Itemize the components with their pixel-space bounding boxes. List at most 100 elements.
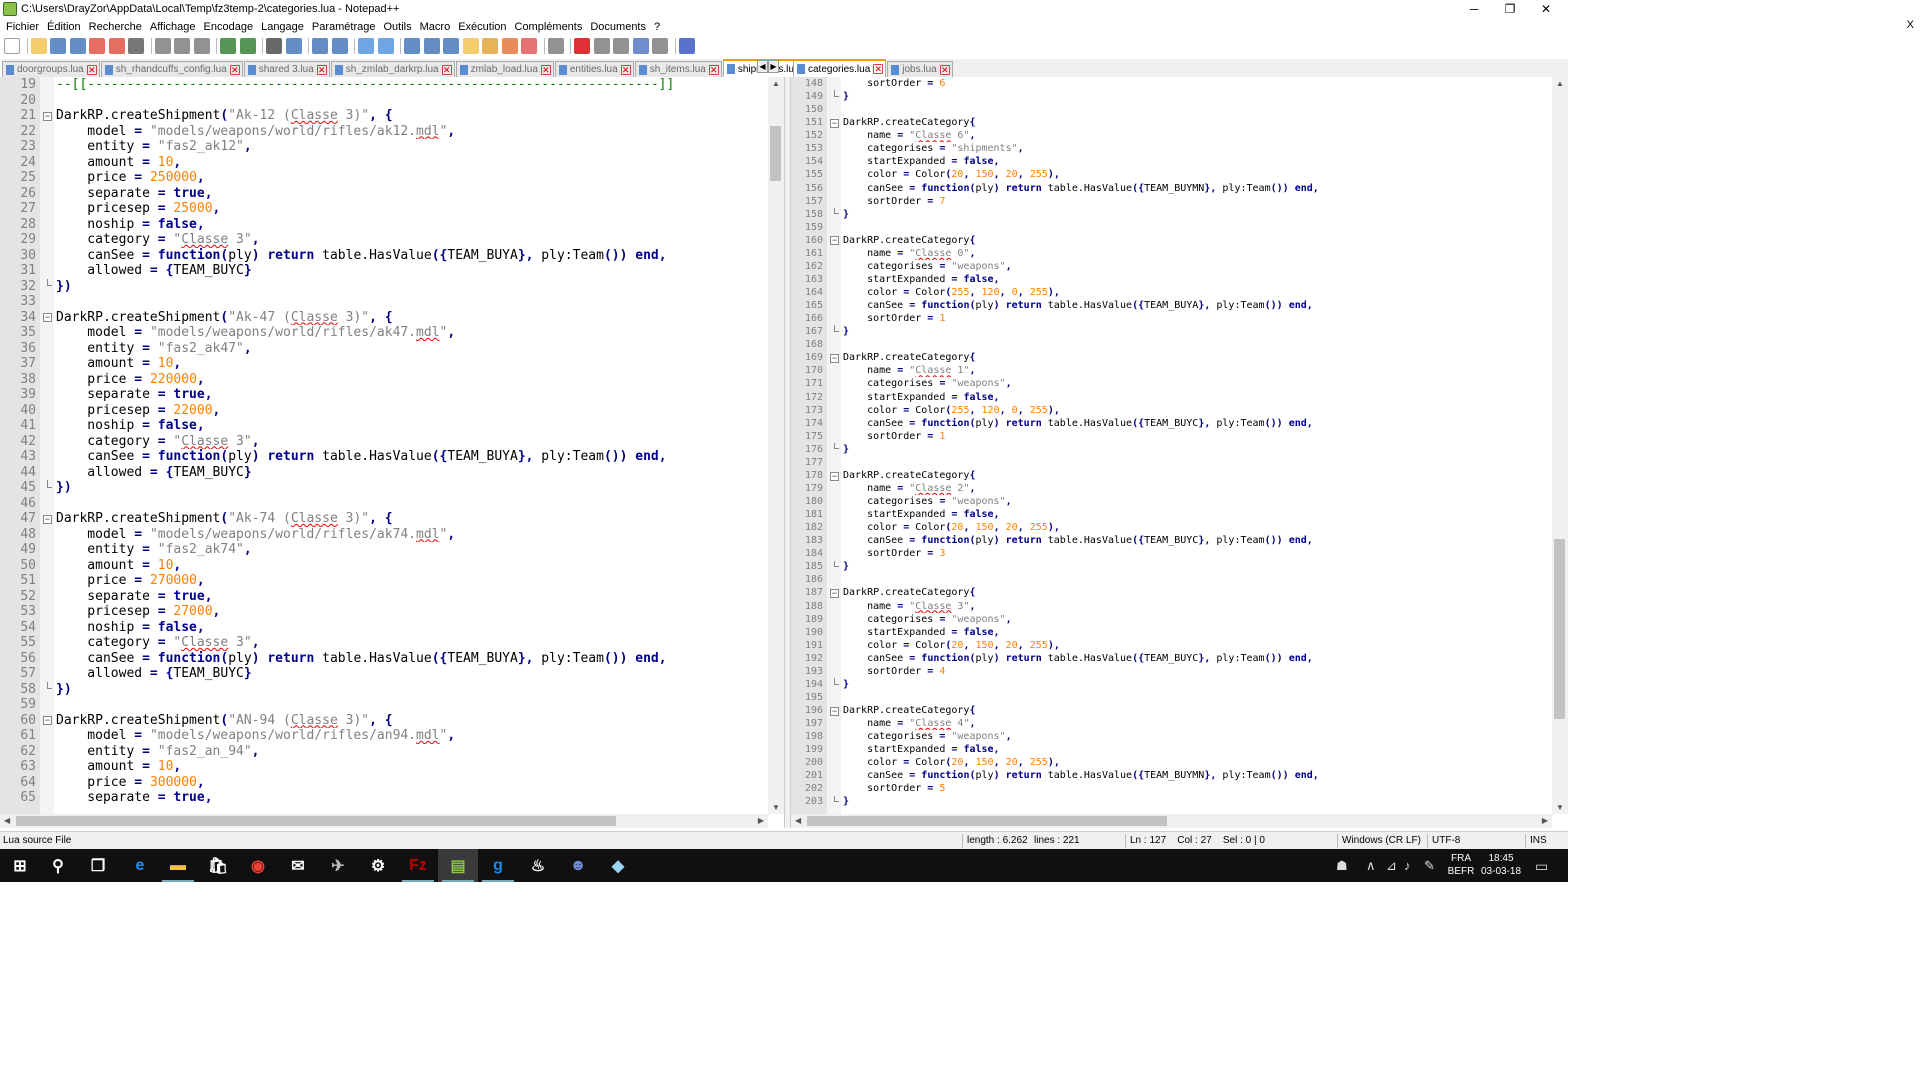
scroll-down-arrow[interactable]: ▼: [1556, 803, 1564, 812]
left-editor[interactable]: 19 20 21 22 23 24 25 26 27 28 29 30 31 32 33 34 35 36 37 38…: [0, 77, 784, 828]
close-tab-icon[interactable]: ✕: [441, 64, 452, 75]
tab-categories-lua[interactable]: categories.lua ✕: [793, 59, 887, 77]
menu-help[interactable]: ?: [650, 21, 664, 33]
folder-workspace-icon[interactable]: [521, 38, 537, 54]
tab-sh-zmlab-darkrp-lua[interactable]: sh_zmlab_darkrp.lua ✕: [330, 61, 455, 77]
close-tab-icon[interactable]: ✕: [229, 64, 240, 75]
volume-icon[interactable]: ♪: [1404, 858, 1411, 873]
scroll-thumb[interactable]: [807, 816, 1167, 826]
save-icon[interactable]: [50, 38, 66, 54]
new-file-icon[interactable]: [4, 38, 20, 54]
fold-toggle-icon[interactable]: −: [43, 111, 52, 121]
sync-horizontal-icon[interactable]: [377, 38, 394, 54]
windows-start-icon[interactable]: ⊞: [0, 849, 40, 882]
fold-toggle-icon[interactable]: −: [830, 236, 839, 246]
scroll-up-arrow[interactable]: ▲: [1556, 79, 1564, 88]
notifications-icon[interactable]: ▭: [1535, 858, 1548, 875]
tab-scroll-right-button[interactable]: ▶: [768, 60, 779, 73]
pen-icon[interactable]: ✎: [1424, 858, 1435, 874]
menu-edition[interactable]: Édition: [43, 21, 85, 33]
scroll-down-arrow[interactable]: ▼: [772, 803, 780, 812]
task-view-icon[interactable]: ❐: [78, 849, 118, 882]
print-icon[interactable]: [128, 38, 144, 54]
people-icon[interactable]: ☗: [1336, 858, 1348, 874]
chevron-up-icon[interactable]: ∧: [1366, 858, 1376, 874]
horizontal-scrollbar[interactable]: ◀ ▶: [791, 814, 1552, 828]
fold-toggle-icon[interactable]: −: [830, 118, 839, 128]
replace-icon[interactable]: [285, 38, 302, 54]
scroll-thumb[interactable]: [1554, 539, 1565, 720]
steam-icon[interactable]: ♨: [518, 849, 558, 882]
mail-icon[interactable]: ✉: [278, 849, 318, 882]
close-tab-icon[interactable]: ✕: [708, 64, 719, 75]
spellcheck-icon[interactable]: [678, 38, 695, 54]
zoom-out-icon[interactable]: [331, 38, 348, 54]
show-all-chars-icon[interactable]: [423, 38, 440, 54]
cut-icon[interactable]: [154, 38, 171, 54]
undo-icon[interactable]: [220, 38, 236, 54]
fold-toggle-icon[interactable]: −: [43, 514, 52, 524]
word-wrap-icon[interactable]: [404, 38, 420, 54]
scroll-right-arrow[interactable]: ▶: [758, 816, 764, 825]
close-all-icon[interactable]: [108, 38, 125, 54]
monitoring-icon[interactable]: [547, 38, 564, 54]
tab-doorgroups-lua[interactable]: doorgroups.lua ✕: [2, 61, 100, 77]
fold-toggle-icon[interactable]: −: [830, 354, 839, 363]
scroll-left-arrow[interactable]: ◀: [795, 816, 801, 825]
doc-map-icon[interactable]: [482, 38, 498, 54]
sync-vertical-icon[interactable]: [358, 38, 374, 54]
tab-sh-rhandcuffs-config-lua[interactable]: sh_rhandcuffs_config.lua ✕: [100, 61, 243, 77]
menu-affichage[interactable]: Affichage: [146, 21, 200, 33]
stop-macro-icon[interactable]: [593, 38, 610, 54]
game-app-icon[interactable]: ✈: [318, 849, 358, 882]
tab-zmlab-load-lua[interactable]: zmlab_load.lua ✕: [455, 61, 554, 77]
close-icon[interactable]: [89, 38, 105, 54]
close-tab-icon[interactable]: ✕: [873, 64, 884, 74]
paste-icon[interactable]: [193, 38, 210, 54]
network-icon[interactable]: ⊿: [1386, 858, 1397, 874]
close-document-button[interactable]: X: [1907, 19, 1914, 31]
view-splitter[interactable]: [784, 77, 791, 828]
horizontal-scrollbar[interactable]: ◀ ▶: [0, 814, 768, 828]
close-tab-icon[interactable]: ✕: [540, 64, 551, 75]
crystal-app-icon[interactable]: ◆: [598, 849, 638, 882]
tab-scroll-left-button[interactable]: ◀: [757, 60, 768, 73]
close-tab-icon[interactable]: ✕: [316, 64, 327, 75]
minimize-button[interactable]: ─: [1456, 0, 1492, 18]
input-language[interactable]: FRA: [1451, 853, 1471, 864]
clock[interactable]: 18:45 03-03-18: [1476, 852, 1526, 878]
maximize-button[interactable]: ❐: [1492, 0, 1528, 18]
close-window-button[interactable]: ✕: [1528, 0, 1564, 18]
tab-jobs-lua[interactable]: jobs.lua ✕: [887, 61, 953, 77]
vertical-scrollbar[interactable]: ▲ ▼: [768, 77, 784, 814]
edge-icon[interactable]: e: [120, 849, 160, 882]
fold-toggle-icon[interactable]: −: [43, 313, 52, 323]
fold-toggle-icon[interactable]: −: [830, 706, 839, 716]
record-macro-icon[interactable]: [574, 38, 590, 54]
save-all-icon[interactable]: [69, 38, 86, 54]
function-list-icon[interactable]: [501, 38, 518, 54]
menu-outils[interactable]: Outils: [380, 21, 416, 33]
code-area[interactable]: sortOrder = 6} DarkRP.createCategory{ na…: [843, 77, 1552, 809]
scroll-up-arrow[interactable]: ▲: [772, 79, 780, 88]
find-icon[interactable]: [266, 38, 282, 54]
run-macro-multiple-icon[interactable]: [632, 38, 649, 54]
tab-entities-lua[interactable]: entities.lua ✕: [554, 61, 634, 77]
steam-controller-icon[interactable]: ⚙: [358, 849, 398, 882]
scroll-left-arrow[interactable]: ◀: [4, 816, 10, 825]
tab-sh-items-lua[interactable]: sh_items.lua ✕: [634, 61, 722, 77]
scroll-right-arrow[interactable]: ▶: [1542, 816, 1548, 825]
notepadpp-icon[interactable]: ▤: [438, 849, 478, 882]
menu-macro[interactable]: Macro: [416, 21, 455, 33]
discord-icon[interactable]: ☻: [558, 849, 598, 882]
zoom-in-icon[interactable]: [312, 38, 328, 54]
file-explorer-icon[interactable]: ▬: [158, 849, 198, 882]
user-language-icon[interactable]: [462, 38, 479, 54]
fold-toggle-icon[interactable]: −: [830, 589, 839, 599]
gmod-icon[interactable]: g: [478, 849, 518, 882]
keyboard-layout[interactable]: BEFR: [1448, 866, 1475, 877]
save-macro-icon[interactable]: [652, 38, 668, 54]
notepadpp-app-icon[interactable]: [3, 2, 17, 16]
close-tab-icon[interactable]: ✕: [620, 64, 631, 75]
chrome-icon[interactable]: ◉: [238, 849, 278, 882]
